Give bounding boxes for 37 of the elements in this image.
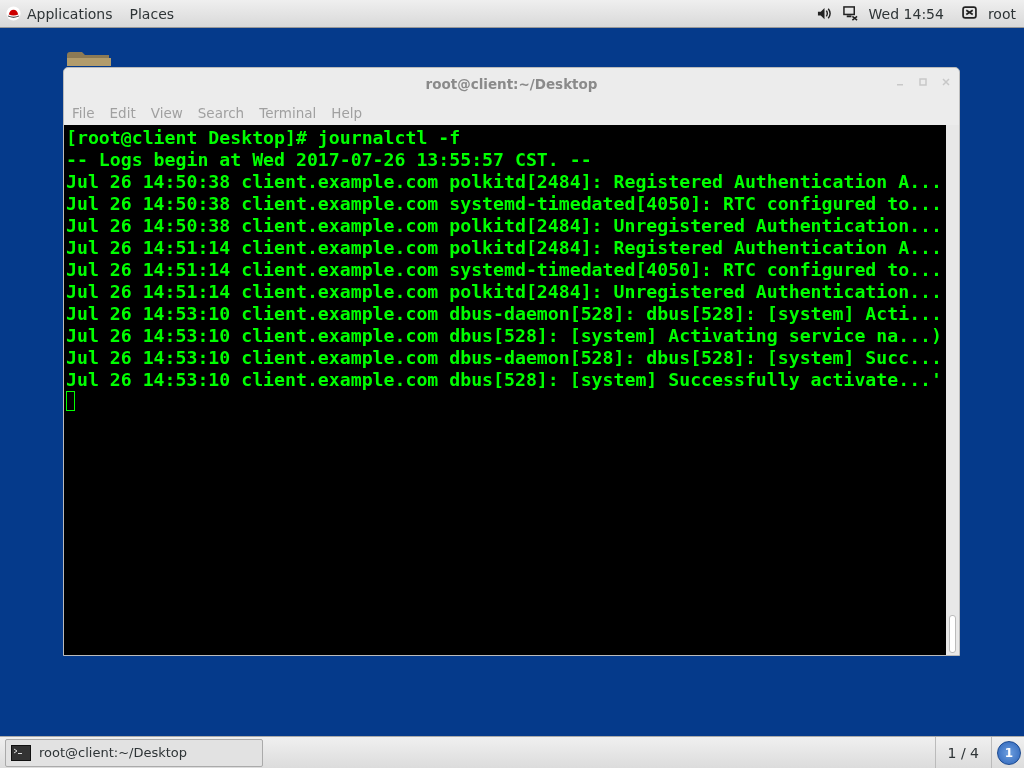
terminal-line: Jul 26 14:51:14 client.example.com polkitd[2484]: Registered Authentication A... xyxy=(66,237,943,259)
task-button[interactable]: root@client:~/Desktop xyxy=(5,738,263,767)
menu-item[interactable]: Search xyxy=(197,104,245,121)
terminal-line: Jul 26 14:51:14 client.example.com systemd-timedated[4050]: RTC configured to... xyxy=(66,259,943,281)
menu-item[interactable]: Help xyxy=(331,104,363,121)
terminal-line: Jul 26 14:50:38 client.example.com systemd-timedated[4050]: RTC configured to... xyxy=(66,193,943,215)
terminal-line: Jul 26 14:50:38 client.example.com polkitd[2484]: Registered Authentication A... xyxy=(66,171,943,193)
top-menu[interactable]: Applications xyxy=(27,5,113,22)
terminal-icon xyxy=(11,744,31,761)
folder-icon[interactable] xyxy=(67,52,111,66)
terminal-line: [root@client Desktop]# journalctl -f xyxy=(66,127,462,149)
terminal-line: Jul 26 14:53:10 client.example.com dbus[528]: [system] Successfully activate...' xyxy=(66,369,943,391)
notification-badge[interactable]: 1 xyxy=(997,740,1021,765)
clock[interactable]: Wed 14:54 xyxy=(868,5,944,22)
window-title: root@client:~/Desktop xyxy=(425,76,598,92)
hat-logo-icon xyxy=(6,6,21,21)
menu-item[interactable]: Terminal xyxy=(259,104,317,121)
menu-item[interactable]: File xyxy=(72,104,95,121)
menu-item[interactable]: Edit xyxy=(109,104,136,121)
scrollbar-thumb[interactable] xyxy=(949,615,956,653)
network-icon[interactable] xyxy=(842,6,858,21)
user-menu[interactable]: root xyxy=(987,5,1016,22)
terminal-line: Jul 26 14:53:10 client.example.com dbus-daemon[528]: dbus[528]: [system] Succ... xyxy=(66,347,943,369)
terminal-line: -- Logs begin at Wed 2017-07-26 13:55:57 CST. -- xyxy=(66,149,593,171)
menu-item[interactable]: View xyxy=(150,104,183,121)
scrollbar[interactable] xyxy=(946,125,959,655)
text-cursor xyxy=(66,391,75,411)
maximize-icon[interactable] xyxy=(918,77,928,87)
terminal-line: Jul 26 14:50:38 client.example.com polkitd[2484]: Unregistered Authentication... xyxy=(66,215,943,237)
terminal-line: Jul 26 14:51:14 client.example.com polkitd[2484]: Unregistered Authentication... xyxy=(66,281,943,303)
workspace-indicator[interactable]: 1 / 4 xyxy=(934,737,992,768)
terminal-line: Jul 26 14:53:10 client.example.com dbus[528]: [system] Activating service na...) xyxy=(66,325,943,347)
close-icon[interactable] xyxy=(941,77,951,87)
terminal-line: Jul 26 14:53:10 client.example.com dbus-daemon[528]: dbus[528]: [system] Acti... xyxy=(66,303,943,325)
speaker-icon[interactable] xyxy=(816,6,832,21)
top-menu[interactable]: Places xyxy=(129,5,175,22)
task-label: root@client:~/Desktop xyxy=(39,745,188,760)
